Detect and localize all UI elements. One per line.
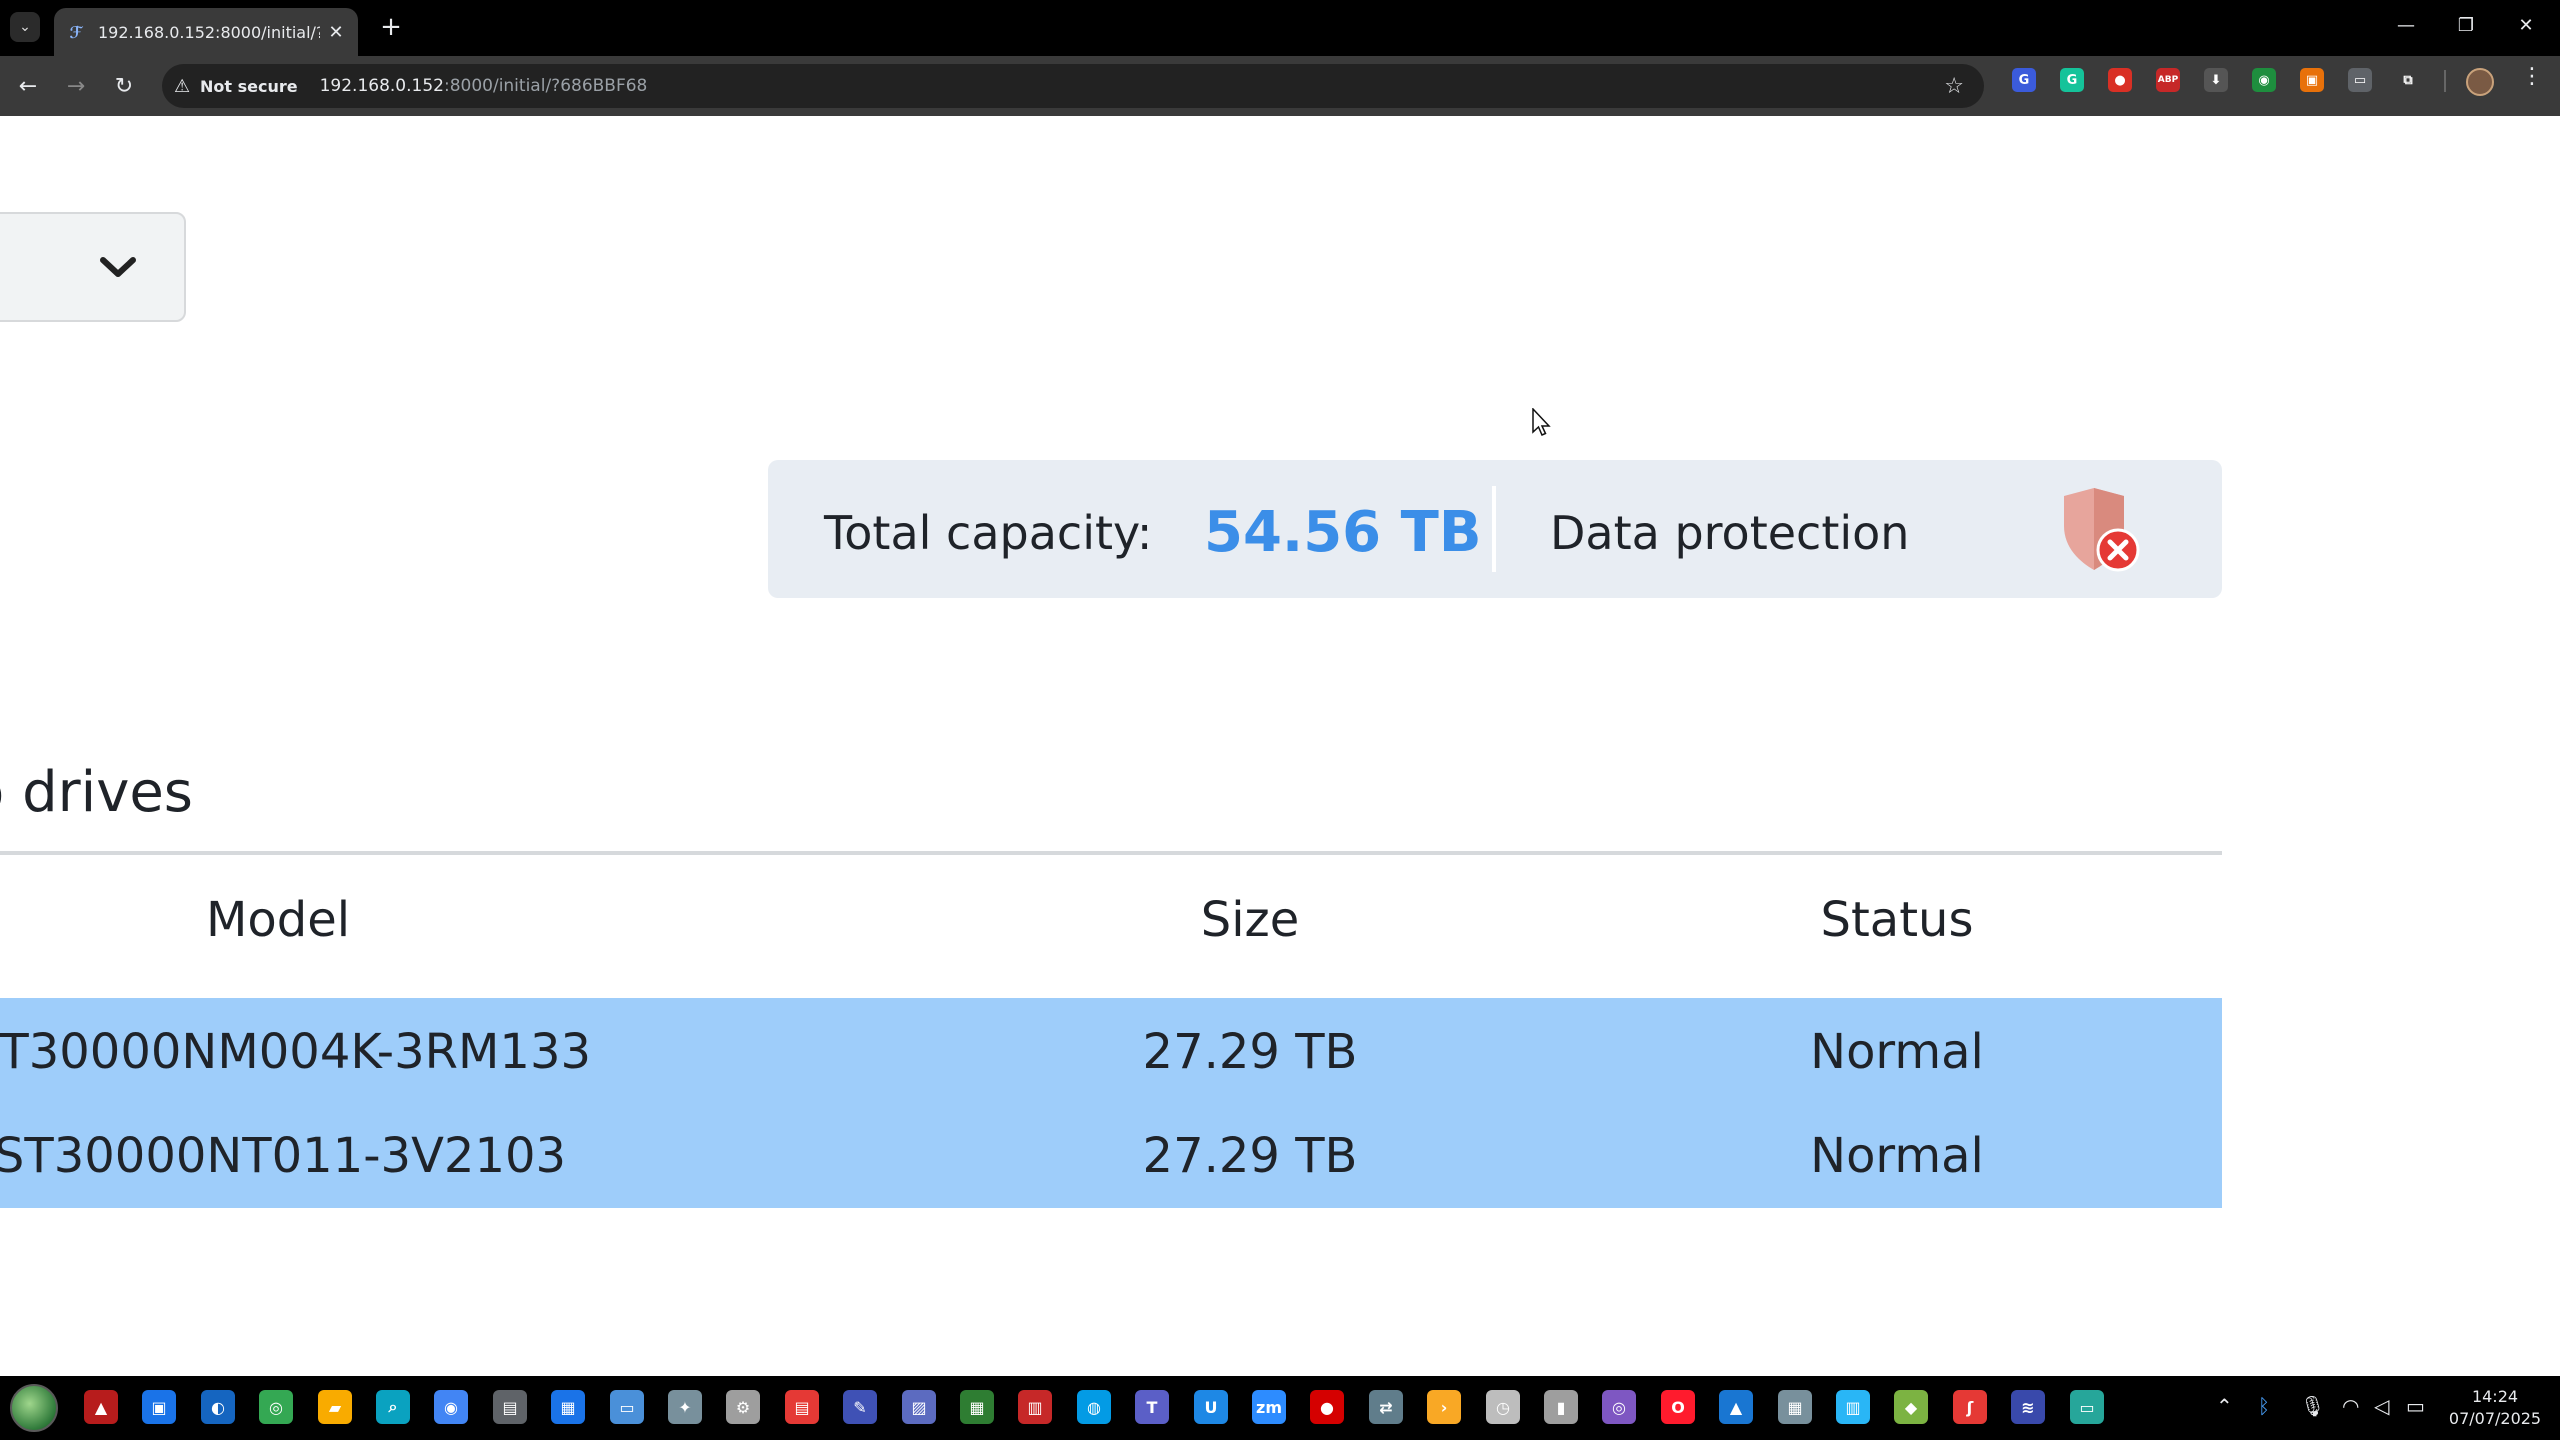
security-chip[interactable]: Not secure (200, 77, 298, 96)
browser-tab-active[interactable]: ℱ 192.168.0.152:8000/initial/?686BBF68 ✕ (54, 8, 358, 56)
photos-app-icon[interactable]: ▨ (902, 1390, 936, 1424)
bookmark-star-icon[interactable]: ☆ (1944, 74, 1964, 99)
grammarly-extension-icon[interactable]: G (2060, 68, 2084, 92)
summary-divider (1492, 486, 1496, 572)
editor-app-icon[interactable]: ✎ (843, 1390, 877, 1424)
tab-title: 192.168.0.152:8000/initial/?686BBF68 (98, 22, 320, 42)
settings-app-icon[interactable]: ⚙ (726, 1390, 760, 1424)
globe-app-icon[interactable]: ◍ (1077, 1390, 1111, 1424)
shield-error-icon (2058, 486, 2142, 576)
drive-size: 27.29 TB (1142, 1128, 1358, 1184)
clock-date: 07/07/2025 (2448, 1409, 2542, 1428)
firewall-app-icon[interactable]: ▲ (84, 1390, 118, 1424)
new-tab-button[interactable]: + (376, 12, 406, 42)
column-header-status: Status (1820, 892, 1974, 948)
record-app-icon[interactable]: ● (1310, 1390, 1344, 1424)
download-extension-icon[interactable]: ⬇ (2204, 68, 2228, 92)
toolbar-separator (2444, 70, 2446, 92)
translate-extension-icon[interactable]: G (2012, 68, 2036, 92)
terminal-app-icon[interactable]: › (1427, 1390, 1461, 1424)
forward-arrow-icon[interactable]: → (60, 70, 92, 102)
store-app-icon[interactable]: ▦ (551, 1390, 585, 1424)
chart-app-icon[interactable]: ▲ (1719, 1390, 1753, 1424)
close-window-icon[interactable]: ✕ (2506, 10, 2546, 40)
red-extension-icon[interactable]: ● (2108, 68, 2132, 92)
remote-desktop-icon[interactable]: ▭ (610, 1390, 644, 1424)
start-button[interactable] (10, 1384, 58, 1432)
battery-icon[interactable]: ▭ (2406, 1394, 2425, 1418)
chrome-app-icon[interactable]: ◎ (259, 1390, 293, 1424)
back-arrow-icon[interactable]: ← (12, 70, 44, 102)
cube-app-icon[interactable]: ◆ (1894, 1390, 1928, 1424)
browser-menu-icon[interactable]: ⋮ (2520, 64, 2544, 96)
microphone-icon[interactable]: 🎙︎ (2300, 1394, 2325, 1418)
screen-app-icon[interactable]: ▭ (2070, 1390, 2104, 1424)
window-app-icon[interactable]: ▣ (142, 1390, 176, 1424)
address-bar[interactable]: ⚠ Not secure 192.168.0.152:8000/initial/… (162, 64, 1984, 108)
tools-app-icon[interactable]: ▥ (1836, 1390, 1870, 1424)
column-header-size: Size (1200, 892, 1300, 948)
drive-size: 27.29 TB (1142, 1024, 1358, 1080)
adblock-plus-extension-icon[interactable]: ABP (2156, 68, 2180, 92)
zoom-app-icon[interactable]: zm (1252, 1390, 1286, 1424)
data-protection-label: Data protection (1550, 506, 1910, 560)
teams-app-icon[interactable]: T (1135, 1390, 1169, 1424)
reload-icon[interactable]: ↻ (108, 70, 140, 102)
clock-time: 14:24 (2471, 1387, 2519, 1406)
minimize-window-icon[interactable]: — (2386, 10, 2426, 40)
wave-app-icon[interactable]: ≋ (2011, 1390, 2045, 1424)
network-app-icon[interactable]: ✦ (668, 1390, 702, 1424)
section-divider (0, 851, 2222, 855)
magnifier-app-icon[interactable]: ◉ (434, 1390, 468, 1424)
file-explorer-icon[interactable]: ▰ (318, 1390, 352, 1424)
green-extension-icon[interactable]: ◉ (2252, 68, 2276, 92)
wifi-icon[interactable]: ◠ (2342, 1394, 2359, 1418)
show-hidden-icons-icon[interactable]: ⌃ (2216, 1394, 2233, 1418)
close-tab-icon[interactable]: ✕ (326, 22, 346, 43)
web-admin-icon: ℱ (69, 22, 83, 42)
screen-extension-icon[interactable]: ▭ (2348, 68, 2372, 92)
edge-app-icon[interactable]: ◐ (201, 1390, 235, 1424)
disc-app-icon[interactable]: ◎ (1602, 1390, 1636, 1424)
drive-status: Normal (1810, 1024, 1984, 1080)
drives-table-body: ST30000NM004K-3RM133 27.29 TB Normal ST3… (0, 998, 2222, 1208)
search-app-icon[interactable]: ⌕ (376, 1390, 410, 1424)
drive-status: Normal (1810, 1128, 1984, 1184)
profile-avatar[interactable] (2466, 68, 2494, 96)
taskbar: ▲ ▣ ◐ ◎ ▰ ⌕ ◉ ▤ ▦ ▭ ✦ ⚙ ▤ ✎ ▨ ▦ ▥ ◍ T Uzm ● ⇄ › ◷ ▮ ◎ O ▲ ▦ ▥ ◆ ʃ ≋ ▭ ⌃ ᛒ… (0, 1376, 2560, 1440)
storage-summary-panel: Total capacity: 54.56 TB Data protection (768, 460, 2222, 598)
restore-window-icon[interactable]: ❐ (2446, 10, 2486, 40)
u-app-icon[interactable]: U (1194, 1390, 1228, 1424)
selector-dropdown[interactable] (0, 212, 186, 322)
usb-app-icon[interactable]: ▮ (1544, 1390, 1578, 1424)
drive-model: ST30000NM004K-3RM133 (0, 1024, 592, 1080)
url-text[interactable]: 192.168.0.152:8000/initial/?686BBF68 (320, 76, 648, 96)
section-title: o drives (0, 760, 193, 825)
volume-icon[interactable]: ◁ (2374, 1394, 2389, 1418)
puzzle-extensions-icon[interactable]: ⧉ (2396, 68, 2420, 92)
total-capacity-label: Total capacity: (824, 506, 1153, 560)
orange-extension-icon[interactable]: ▣ (2300, 68, 2324, 92)
keyboard-app-icon[interactable]: ▤ (493, 1390, 527, 1424)
drive-model: ST30000NT011-3V2103 (0, 1128, 567, 1184)
warning-triangle-icon: ⚠ (174, 75, 191, 97)
column-header-model: Model (205, 892, 351, 948)
chevron-down-icon (98, 238, 138, 298)
pdf-app-icon[interactable]: ʃ (1953, 1390, 1987, 1424)
network-share-icon[interactable]: ⇄ (1369, 1390, 1403, 1424)
clock-app-icon[interactable]: ◷ (1486, 1390, 1520, 1424)
sheets-app-icon[interactable]: ▦ (960, 1390, 994, 1424)
bluetooth-icon[interactable]: ᛒ (2258, 1394, 2270, 1418)
document-app-icon[interactable]: ▤ (785, 1390, 819, 1424)
browser-tabstrip: ⌄ ℱ 192.168.0.152:8000/initial/?686BBF68… (0, 0, 2560, 56)
tab-search-dropdown-icon[interactable]: ⌄ (10, 12, 40, 42)
opera-app-icon[interactable]: O (1661, 1390, 1695, 1424)
total-capacity-value: 54.56 TB (1204, 500, 1482, 565)
calendar-app-icon[interactable]: ▥ (1018, 1390, 1052, 1424)
system-clock[interactable]: 14:24 07/07/2025 (2440, 1386, 2550, 1430)
calculator-app-icon[interactable]: ▦ (1778, 1390, 1812, 1424)
